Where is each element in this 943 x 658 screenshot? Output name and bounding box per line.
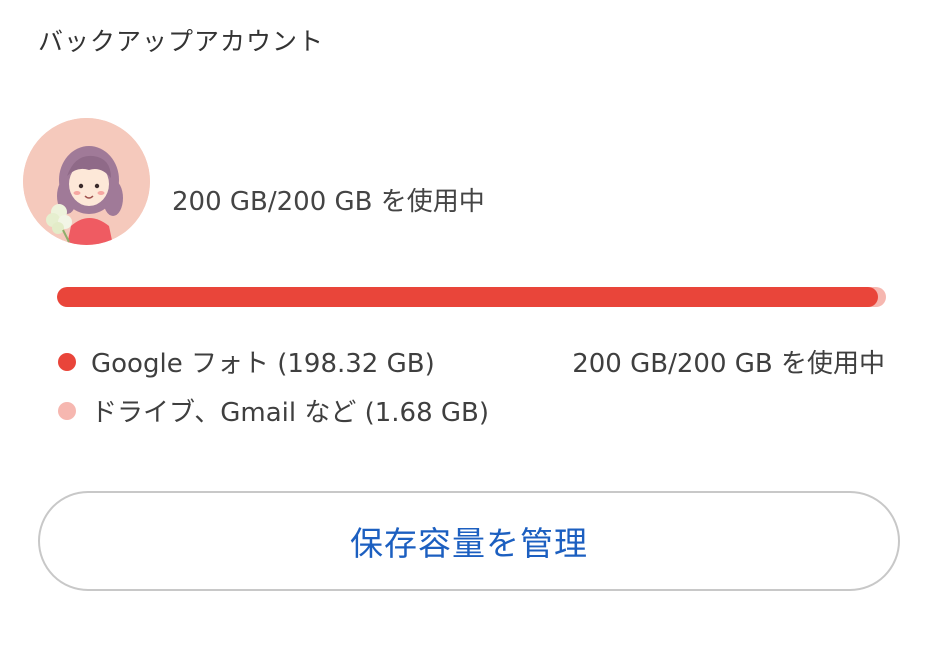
manage-storage-button-label: 保存容量を管理 bbox=[350, 524, 588, 563]
usage-summary: 200 GB/200 GB を使用中 bbox=[172, 187, 485, 217]
avatar-illustration bbox=[23, 118, 150, 245]
legend-dot-photos-icon bbox=[58, 352, 76, 371]
legend-item-other: ドライブ、Gmail など (1.68 GB) bbox=[58, 392, 489, 429]
legend-label-photos: Google フォト (198.32 GB) bbox=[91, 349, 435, 379]
legend-dot-other-icon bbox=[58, 401, 76, 420]
storage-total-label: 200 GB/200 GB を使用中 bbox=[572, 349, 885, 379]
storage-usage-bar bbox=[57, 287, 886, 307]
avatar[interactable] bbox=[23, 118, 150, 245]
storage-usage-bar-fill bbox=[57, 287, 878, 307]
section-title: バックアップアカウント bbox=[38, 27, 325, 56]
legend-label-other: ドライブ、Gmail など (1.68 GB) bbox=[91, 398, 490, 428]
manage-storage-button[interactable]: 保存容量を管理 bbox=[38, 491, 900, 591]
legend-item-photos: Google フォト (198.32 GB) bbox=[58, 343, 435, 380]
